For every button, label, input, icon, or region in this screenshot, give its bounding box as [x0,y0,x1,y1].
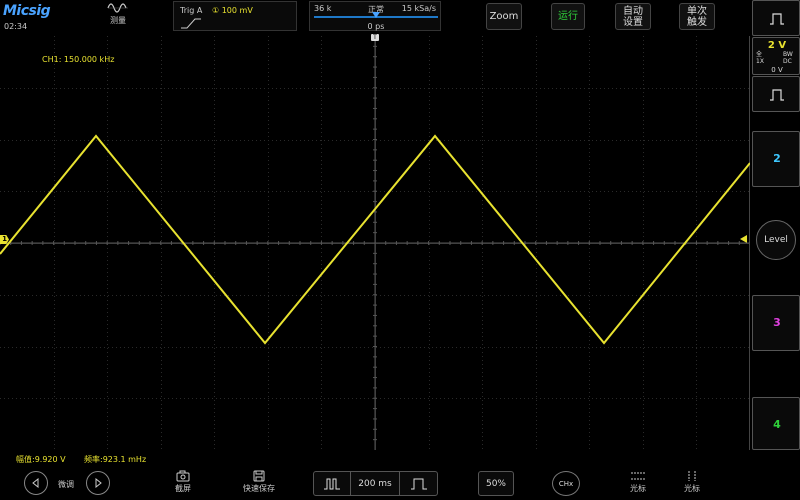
right-panel: 2 V 全 1X BW DC 0 V 2 Level 3 4 [752,0,800,500]
auto-setup-line2: 设置 [623,16,643,28]
fine-left-button[interactable] [24,471,48,495]
measurement-bar: 幅值:9.920 V 频率:923.1 mHz [0,450,750,468]
ch1-settings[interactable]: 2 V 全 1X BW DC 0 V [752,37,800,75]
ch1-bw-label: BW [783,51,793,58]
ch1-offset: 0 V [771,66,783,74]
trigger-position-pointer[interactable] [372,12,380,18]
timebase-decrease-button[interactable] [314,472,350,495]
timebase-panel[interactable]: 36 k 正常 15 kSa/s 0 ps [309,1,441,31]
sine-wave-icon [107,3,128,13]
sample-rate: 15 kSa/s [401,4,436,13]
ch2-label: 2 [773,152,781,165]
channel-select-button[interactable]: CHx [552,471,580,496]
graticule [0,36,750,450]
quick-save-label: 快速保存 [243,484,275,493]
screenshot-label: 截屏 [175,484,191,493]
micsig-logo: Micsig [3,3,51,19]
fine-right-button[interactable] [86,471,110,495]
trigger-50-percent-button[interactable]: 50% [478,471,514,496]
vertical-cursor-icon [688,471,696,481]
run-button[interactable]: 运行 [551,3,585,30]
ch4-button[interactable]: 4 [752,397,800,450]
horizontal-cursor-icon [631,472,645,480]
pulse-toggle-top[interactable] [752,0,800,36]
pulse-icon [770,89,784,101]
timebase-value: 200 ms [358,478,392,489]
level-button[interactable]: Level [756,220,796,260]
rising-edge-icon [181,18,201,29]
ch2-button[interactable]: 2 [752,131,800,187]
ch3-label: 3 [773,316,781,329]
ch1-bandwidth: 全 [756,51,763,58]
quick-save-button[interactable]: 快速保存 [238,470,280,494]
timebase-control: 200 ms [313,471,438,496]
ch1-frequency-readout: CH1: 150.000 kHz [42,55,115,64]
save-icon [253,470,265,482]
ch1-probe: 1X [756,58,764,65]
auto-setup-line1: 自动 [623,5,643,17]
ch1-coupling: DC [783,58,792,65]
screenshot-button[interactable]: 截屏 [168,470,198,494]
pulse-toggle-ch1[interactable] [752,76,800,112]
ch3-button[interactable]: 3 [752,295,800,351]
frequency-measurement[interactable]: 频率:923.1 mHz [84,454,146,465]
fine-adjust-label: 微调 [58,480,74,489]
trigger-label: Trig A [180,6,203,15]
trigger-panel[interactable]: Trig A ① 100 mV [173,1,297,31]
measure-button[interactable]: 测量 [104,2,132,26]
vertical-cursor-label: 光标 [684,484,700,493]
narrow-pulse-icon [324,478,340,489]
single-trigger-line1: 单次 [687,5,707,17]
pulse-icon [770,13,784,25]
clock: 02:34 [4,22,28,31]
waveform-display[interactable]: CH1: 150.000 kHz 1 [0,36,750,450]
triangle-left-icon [32,478,39,488]
triangle-right-icon [95,478,102,488]
auto-setup-button[interactable]: 自动 设置 [615,3,651,30]
trigger-level: ① 100 mV [212,6,253,15]
single-trigger-line2: 触发 [687,16,707,28]
wide-pulse-icon [410,478,427,489]
amplitude-measurement[interactable]: 幅值:9.920 V [16,454,66,465]
top-bar: Micsig 02:34 测量 Trig A ① 100 mV 36 k 正常 … [0,0,800,36]
timebase-increase-button[interactable] [400,472,437,495]
memory-depth: 36 k [314,4,332,13]
fine-adjust: 微调 [24,470,112,496]
measure-label: 测量 [110,16,126,25]
zoom-button[interactable]: Zoom [486,3,522,30]
vertical-cursor-button[interactable]: 光标 [678,470,706,494]
horizontal-position: 0 ps [367,22,385,31]
horizontal-cursor-button[interactable]: 光标 [624,470,652,494]
horizontal-cursor-label: 光标 [630,484,646,493]
ch1-volts-per-div: 2 V [767,40,787,51]
trigger-position-marker[interactable]: T [371,34,379,41]
bottom-bar: 微调 截屏 快速保存 200 ms 50% CHx 光标 光标 [0,468,800,500]
camera-icon [176,470,190,482]
single-trigger-button[interactable]: 单次 触发 [679,3,715,30]
ch4-label: 4 [773,418,781,431]
